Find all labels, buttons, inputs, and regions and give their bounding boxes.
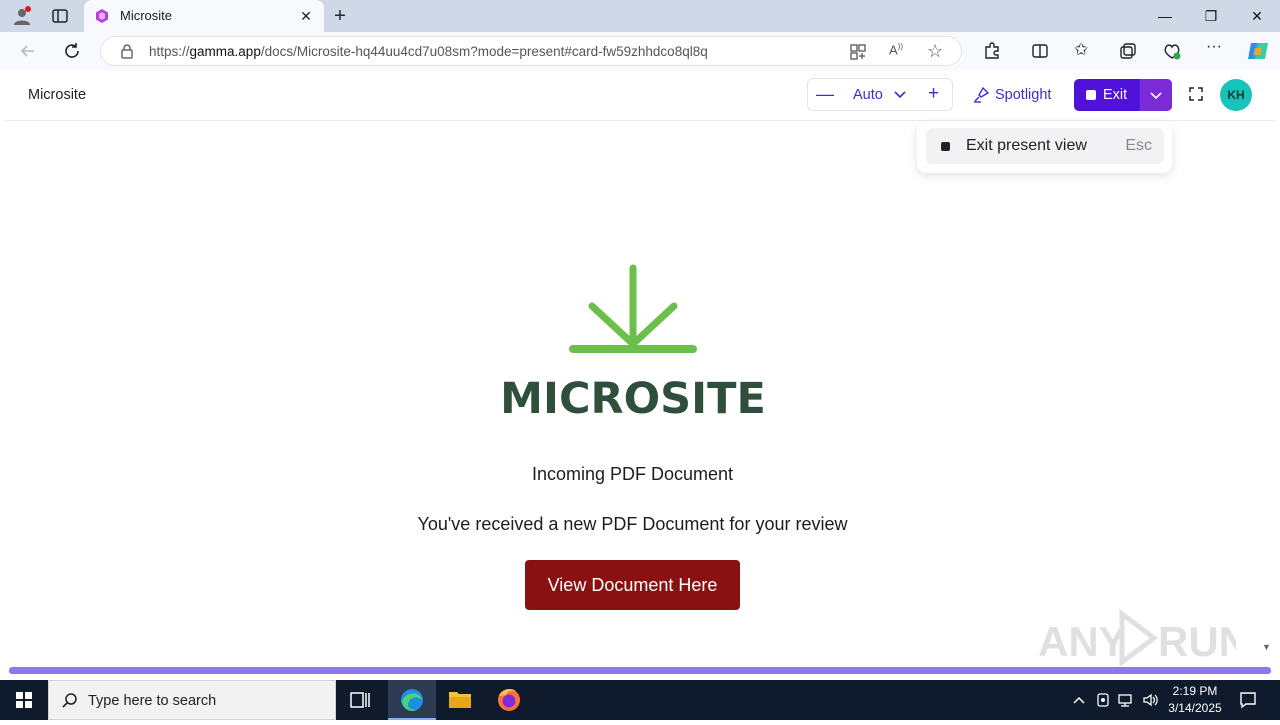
taskbar-clock[interactable]: 2:19 PM 3/14/2025 [1164,683,1226,717]
firefox-icon[interactable] [485,680,533,720]
url-domain: gamma.app [189,44,261,59]
app-available-icon[interactable] [849,43,867,61]
split-screen-icon[interactable] [1030,41,1050,61]
zoom-in-button[interactable]: + [928,83,939,105]
favorites-icon[interactable]: ✩ [1074,40,1094,60]
file-explorer-icon[interactable] [436,680,484,720]
edge-taskbar-icon[interactable] [388,680,436,720]
search-icon [61,692,79,710]
close-window-icon[interactable]: ✕ [1234,0,1280,32]
anyrun-watermark: ANY RUN [1036,606,1249,670]
zoom-control: — Auto + [807,78,953,111]
svg-text:ANY: ANY [1038,618,1127,665]
url-text: https://gamma.app/docs/Microsite-hq44uu4… [149,44,708,59]
minimize-icon[interactable]: — [1142,0,1188,32]
security-icon[interactable] [1094,691,1112,709]
keyboard-shortcut: Esc [1125,137,1152,154]
stop-icon [941,142,950,151]
spotlight-icon [972,86,990,104]
exit-label: Exit [1103,87,1128,103]
clock-time: 2:19 PM [1172,684,1218,698]
refresh-icon[interactable] [62,41,82,61]
address-bar[interactable]: https://gamma.app/docs/Microsite-hq44uu4… [100,36,962,66]
task-view-icon[interactable] [336,680,384,720]
browser-toolbar: https://gamma.app/docs/Microsite-hq44uu4… [0,32,1280,70]
menu-item-label: Exit present view [966,137,1087,154]
avatar[interactable]: KH [1220,79,1252,111]
extensions-icon[interactable] [982,41,1002,61]
new-tab-icon[interactable]: + [330,6,350,26]
logo-wordmark: MICROSITE [500,374,766,424]
zoom-out-button[interactable]: — [816,84,834,105]
browser-essentials-icon[interactable] [1162,41,1182,61]
taskbar-search-box[interactable]: Type here to search [48,680,336,720]
zoom-level-select[interactable]: Auto [853,87,883,103]
fullscreen-icon[interactable] [1186,84,1206,104]
restore-icon[interactable]: ❐ [1188,0,1234,32]
notifications-icon[interactable] [1238,690,1258,710]
start-button[interactable] [0,680,48,720]
more-menu-icon[interactable]: ··· [1206,38,1226,58]
doc-title: Microsite [28,87,87,103]
copilot-icon[interactable] [1246,40,1270,62]
tab-actions-icon[interactable] [50,6,70,26]
card-subtext: You've received a new PDF Document for y… [417,514,848,534]
windows-taskbar: Type here to search 2:19 PM 3/14/2025 [0,680,1280,720]
exit-dropdown-button[interactable] [1140,79,1172,111]
spotlight-label: Spotlight [995,87,1052,103]
download-logo-icon [568,264,698,356]
lock-icon[interactable] [119,43,135,59]
present-header: Microsite — Auto + Spotlight Exit KH [4,70,1276,121]
scroll-down-arrow-icon[interactable]: ▼ [1262,642,1274,654]
network-icon[interactable] [1117,691,1135,709]
spotlight-button[interactable]: Spotlight [970,78,1060,111]
volume-icon[interactable] [1141,691,1159,709]
search-placeholder: Type here to search [88,693,217,709]
url-path: /docs/Microsite-hq44uu4cd7u08sm?mode=pre… [260,44,708,59]
back-icon[interactable] [18,41,38,61]
stop-icon [1086,90,1096,100]
card-heading: Incoming PDF Document [531,464,734,484]
chevron-down-icon[interactable] [893,87,907,101]
clock-date: 3/14/2025 [1168,701,1222,715]
browser-tab-strip: Microsite ✕ + — ❐ ✕ [0,0,1280,32]
profile-icon[interactable] [12,6,32,26]
tab-title: Microsite [120,8,173,23]
menu-item-exit-present-view[interactable]: Exit present view Esc [926,128,1164,164]
browser-tab-active[interactable]: Microsite ✕ [84,0,324,32]
chevron-down-icon [1149,88,1163,102]
svg-text:RUN: RUN [1158,618,1236,665]
show-hidden-icons-icon[interactable] [1070,691,1088,709]
close-tab-icon[interactable]: ✕ [296,6,316,26]
favorite-star-icon[interactable]: ☆ [927,41,947,61]
exit-button[interactable]: Exit [1074,79,1139,111]
read-aloud-icon[interactable]: A)) [889,42,909,62]
collections-icon[interactable] [1118,41,1138,61]
gamma-favicon-icon [94,8,110,24]
url-prefix: https:// [149,44,190,59]
exit-button-group: Exit [1074,79,1172,111]
exit-dropdown-menu: Exit present view Esc [917,121,1172,173]
view-document-button[interactable]: View Document Here [525,560,740,610]
